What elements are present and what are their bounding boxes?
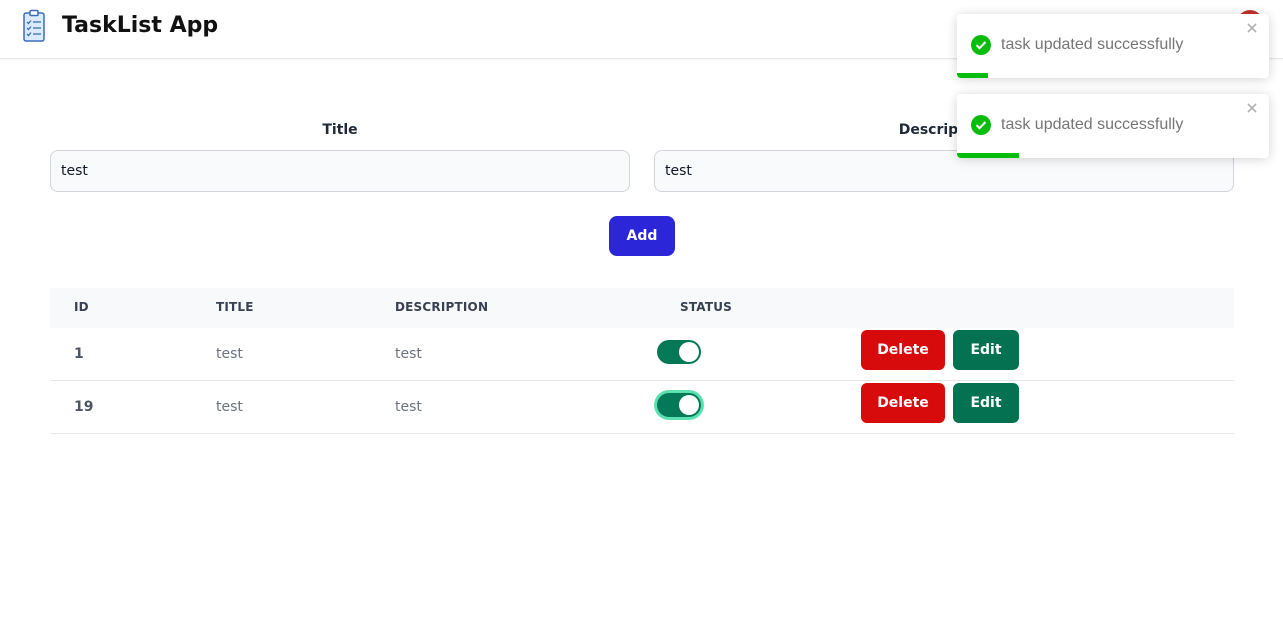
- column-header-id: ID: [74, 300, 89, 314]
- clipboard-list-icon: [23, 9, 45, 42]
- close-icon[interactable]: [1245, 21, 1259, 35]
- task-title: test: [216, 346, 243, 362]
- column-header-title: TITLE: [216, 300, 254, 314]
- success-check-icon: [971, 115, 991, 135]
- status-toggle[interactable]: [657, 340, 701, 364]
- edit-button[interactable]: Edit: [953, 383, 1019, 423]
- column-header-description: DESCRIPTION: [395, 300, 489, 314]
- column-header-status: STATUS: [680, 300, 733, 314]
- task-id: 19: [74, 399, 94, 415]
- close-icon[interactable]: [1245, 101, 1259, 115]
- task-table: ID TITLE DESCRIPTION STATUS 1 test test …: [50, 288, 1234, 434]
- status-toggle[interactable]: [657, 393, 701, 417]
- toast-notification: task updated successfully: [957, 14, 1269, 78]
- toast-notification: task updated successfully: [957, 94, 1269, 158]
- toast-progress-bar: [957, 73, 989, 78]
- add-button[interactable]: Add: [609, 216, 675, 256]
- table-row: 19 test test Delete Edit: [50, 381, 1234, 434]
- success-check-icon: [971, 35, 991, 55]
- table-row: 1 test test Delete Edit: [50, 328, 1234, 381]
- delete-button[interactable]: Delete: [861, 383, 945, 423]
- title-label: Title: [322, 122, 358, 138]
- title-input[interactable]: [50, 150, 630, 192]
- task-title: test: [216, 399, 243, 415]
- toggle-knob: [679, 395, 699, 415]
- toast-progress-bar: [957, 153, 1020, 158]
- edit-button[interactable]: Edit: [953, 330, 1019, 370]
- task-id: 1: [74, 346, 84, 362]
- delete-button[interactable]: Delete: [861, 330, 945, 370]
- app-title: TaskList App: [62, 13, 219, 38]
- task-description: test: [395, 346, 422, 362]
- toast-message: task updated successfully: [1001, 36, 1184, 53]
- table-header: ID TITLE DESCRIPTION STATUS: [50, 288, 1234, 328]
- task-description: test: [395, 399, 422, 415]
- toast-message: task updated successfully: [1001, 116, 1184, 133]
- toggle-knob: [679, 342, 699, 362]
